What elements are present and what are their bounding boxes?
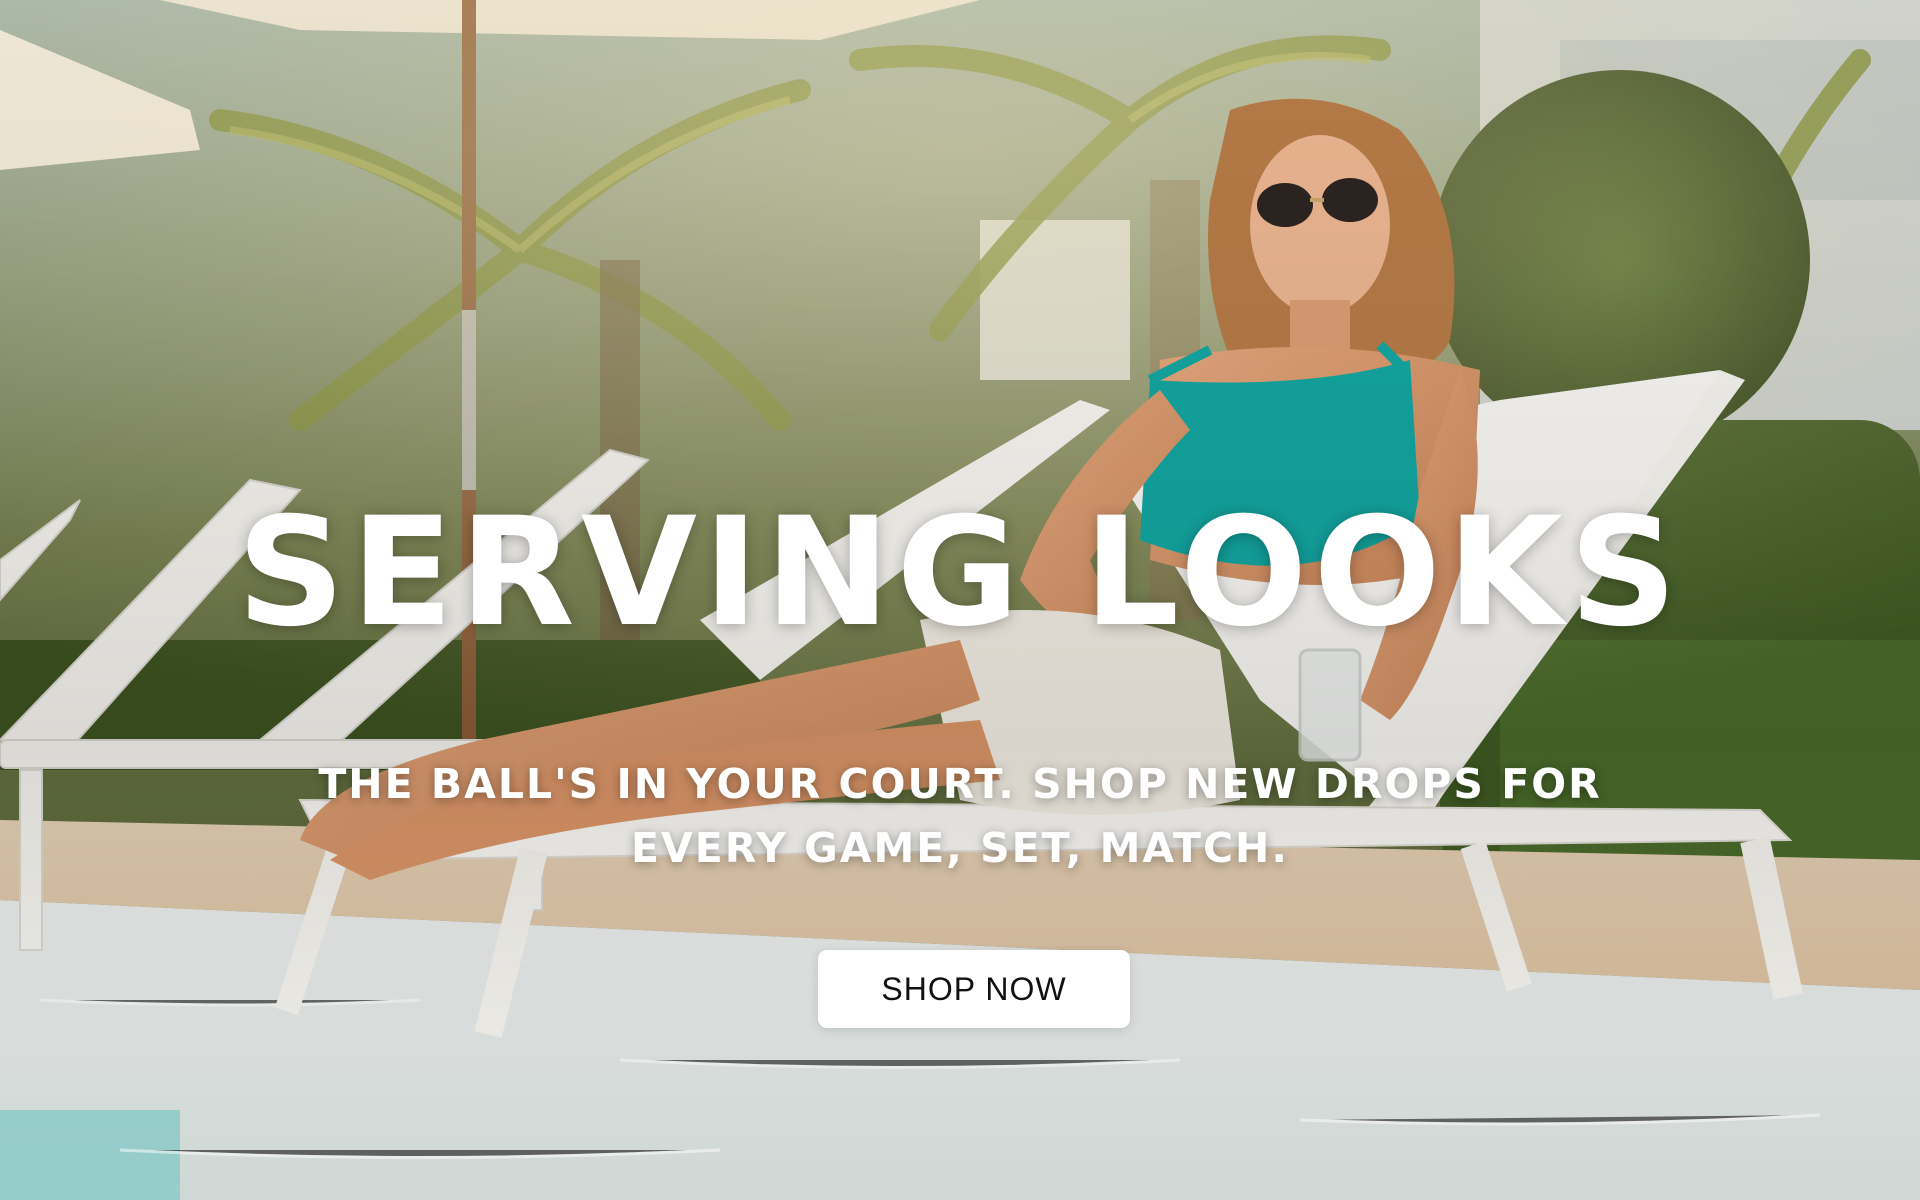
shop-now-button[interactable]: SHOP NOW [818, 950, 1130, 1028]
hero-headline: SERVING LOOKS [236, 486, 1684, 660]
hero-subheadline: THE BALL'S IN YOUR COURT. SHOP NEW DROPS… [318, 760, 1602, 872]
hero-banner: SERVING LOOKS THE BALL'S IN YOUR COURT. … [0, 0, 1920, 1200]
